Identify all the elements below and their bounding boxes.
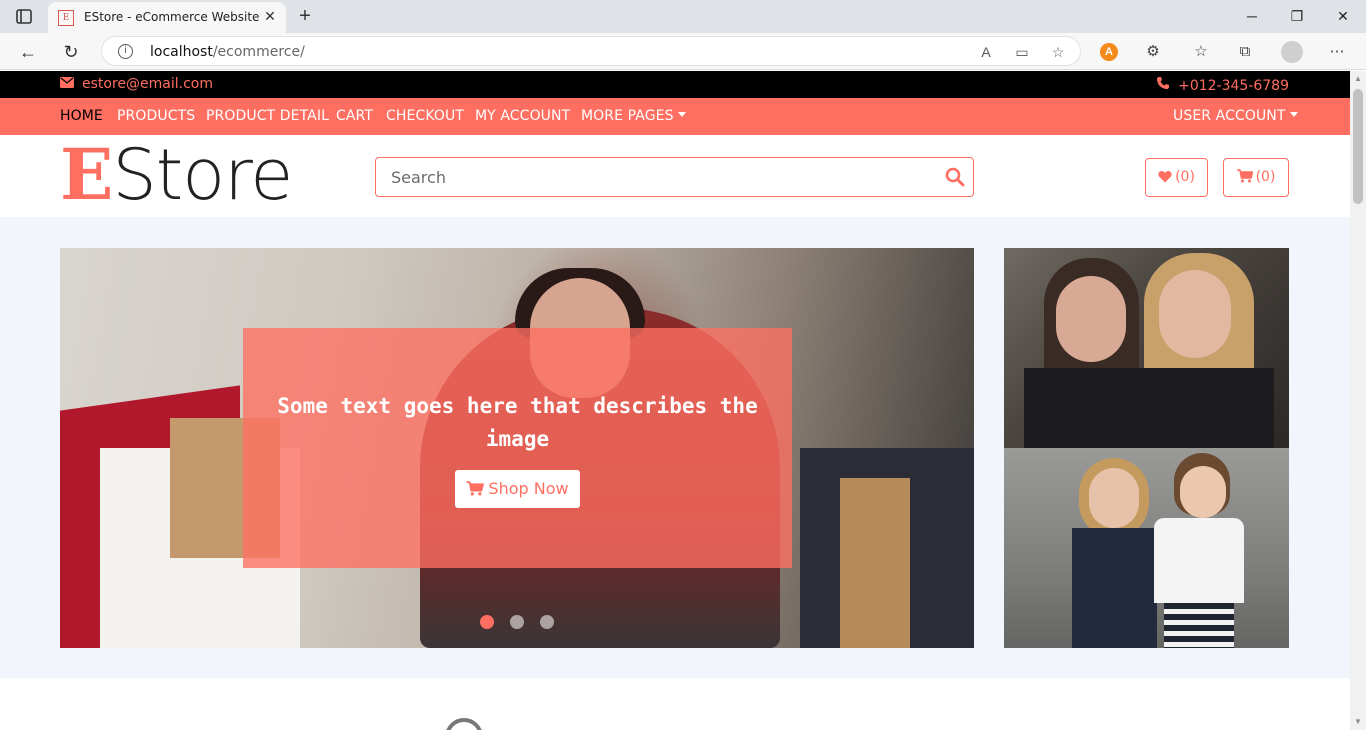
favorites-icon[interactable]: ☆: [1190, 41, 1212, 63]
browser-tab[interactable]: E EStore - eCommerce Website ✕: [48, 2, 286, 33]
nav-more-pages-label: MORE PAGES: [581, 108, 674, 124]
site-logo[interactable]: EStore: [60, 139, 293, 212]
tab-actions-icon[interactable]: [12, 7, 36, 27]
model-clothing: [1072, 528, 1157, 648]
main-navbar: HOME PRODUCTS PRODUCT DETAIL CART CHECKO…: [0, 98, 1350, 135]
scroll-down-icon[interactable]: ▼: [1353, 717, 1363, 727]
model-clothing: [1024, 368, 1274, 448]
shop-now-label: Shop Now: [488, 479, 569, 498]
nav-user-account-dropdown[interactable]: USER ACCOUNT: [1173, 108, 1298, 124]
model-clothing: [1164, 603, 1234, 648]
minimize-icon[interactable]: ─: [1232, 4, 1272, 28]
wishlist-count: (0): [1175, 169, 1195, 185]
site-info-icon[interactable]: i: [118, 44, 133, 59]
carousel-dot-1[interactable]: [480, 615, 494, 629]
side-banner-kids[interactable]: [1004, 448, 1289, 648]
top-bar: estore@email.com +012-345-6789: [0, 71, 1350, 98]
heart-icon: [1158, 161, 1172, 198]
logo-letter-e: E: [60, 133, 113, 216]
model-face: [1056, 276, 1126, 362]
feature-icon: [445, 718, 483, 730]
scroll-thumb[interactable]: [1353, 89, 1363, 204]
address-host: localhost: [150, 44, 213, 60]
refresh-icon[interactable]: ↻: [58, 39, 84, 65]
tab-favicon-icon: E: [58, 10, 74, 26]
shopping-bag-image: [840, 478, 910, 648]
model-face: [1159, 270, 1231, 358]
contact-email[interactable]: estore@email.com: [60, 76, 213, 92]
add-favorite-icon[interactable]: ☆: [1048, 42, 1068, 62]
carousel-dot-2[interactable]: [510, 615, 524, 629]
search-icon[interactable]: [945, 167, 967, 189]
new-tab-icon[interactable]: +: [294, 4, 316, 28]
extension-orange-icon[interactable]: A: [1100, 43, 1118, 61]
side-banner-women[interactable]: [1004, 248, 1289, 448]
immersive-reader-icon[interactable]: ▭: [1012, 42, 1032, 62]
model-clothing: [1154, 518, 1244, 603]
hero-section: Some text goes here that describes the i…: [0, 217, 1350, 678]
back-icon[interactable]: ←: [15, 39, 41, 65]
phone-text: +012-345-6789: [1178, 78, 1289, 94]
hero-caption-text: Some text goes here that describes the i…: [277, 394, 758, 451]
wishlist-button[interactable]: (0): [1145, 158, 1208, 197]
cart-button[interactable]: (0): [1223, 158, 1289, 197]
read-aloud-icon[interactable]: A: [976, 42, 996, 62]
contact-phone[interactable]: +012-345-6789: [1156, 76, 1289, 94]
model-face: [1180, 466, 1226, 518]
browser-tab-strip: E EStore - eCommerce Website ✕ + ─ ❐ ✕: [0, 0, 1366, 33]
site-header: EStore (0) (0): [0, 135, 1350, 217]
phone-icon: [1156, 76, 1170, 94]
address-text[interactable]: localhost/ecommerce/: [150, 44, 305, 60]
nav-my-account[interactable]: MY ACCOUNT: [475, 108, 570, 124]
envelope-icon: [60, 77, 74, 92]
page-viewport: estore@email.com +012-345-6789 HOME PROD…: [0, 71, 1350, 730]
address-bar[interactable]: i localhost/ecommerce/ A ▭ ☆: [101, 36, 1081, 66]
close-window-icon[interactable]: ✕: [1323, 4, 1363, 28]
profile-avatar-icon[interactable]: [1281, 41, 1303, 63]
hero-carousel[interactable]: Some text goes here that describes the i…: [60, 248, 974, 648]
carousel-dot-3[interactable]: [540, 615, 554, 629]
scroll-up-icon[interactable]: ▲: [1353, 74, 1363, 84]
logo-word: Store: [112, 134, 293, 216]
nav-checkout[interactable]: CHECKOUT: [386, 108, 464, 124]
shop-now-button[interactable]: Shop Now: [455, 470, 580, 508]
address-path: /ecommerce/: [212, 44, 305, 60]
cart-icon: [466, 472, 485, 510]
search-input[interactable]: [377, 159, 937, 195]
hero-caption: Some text goes here that describes the i…: [243, 328, 792, 568]
email-text: estore@email.com: [82, 76, 213, 92]
extensions-icon[interactable]: ⚙: [1142, 41, 1164, 63]
nav-product-detail[interactable]: PRODUCT DETAIL: [206, 108, 329, 124]
cart-count: (0): [1255, 169, 1276, 185]
more-menu-icon[interactable]: ⋯: [1326, 41, 1348, 63]
chevron-down-icon: [677, 112, 686, 117]
chevron-down-icon: [1289, 112, 1298, 117]
cart-icon: [1236, 161, 1253, 198]
nav-home[interactable]: HOME: [60, 108, 103, 124]
page-scrollbar[interactable]: ▲ ▼: [1350, 71, 1366, 730]
collections-icon[interactable]: ⧉: [1234, 41, 1256, 63]
nav-user-account-label: USER ACCOUNT: [1173, 108, 1286, 124]
browser-toolbar: ← ↻ i localhost/ecommerce/ A ▭ ☆ A ⚙ ☆ ⧉…: [0, 33, 1366, 70]
features-section: [0, 678, 1350, 730]
nav-cart[interactable]: CART: [336, 108, 373, 124]
search-bar: [375, 157, 974, 197]
nav-more-pages-dropdown[interactable]: MORE PAGES: [581, 108, 686, 124]
nav-products[interactable]: PRODUCTS: [117, 108, 195, 124]
tab-close-icon[interactable]: ✕: [262, 8, 278, 24]
restore-icon[interactable]: ❐: [1277, 4, 1317, 28]
model-face: [1089, 468, 1139, 528]
tab-title: EStore - eCommerce Website: [84, 10, 260, 24]
